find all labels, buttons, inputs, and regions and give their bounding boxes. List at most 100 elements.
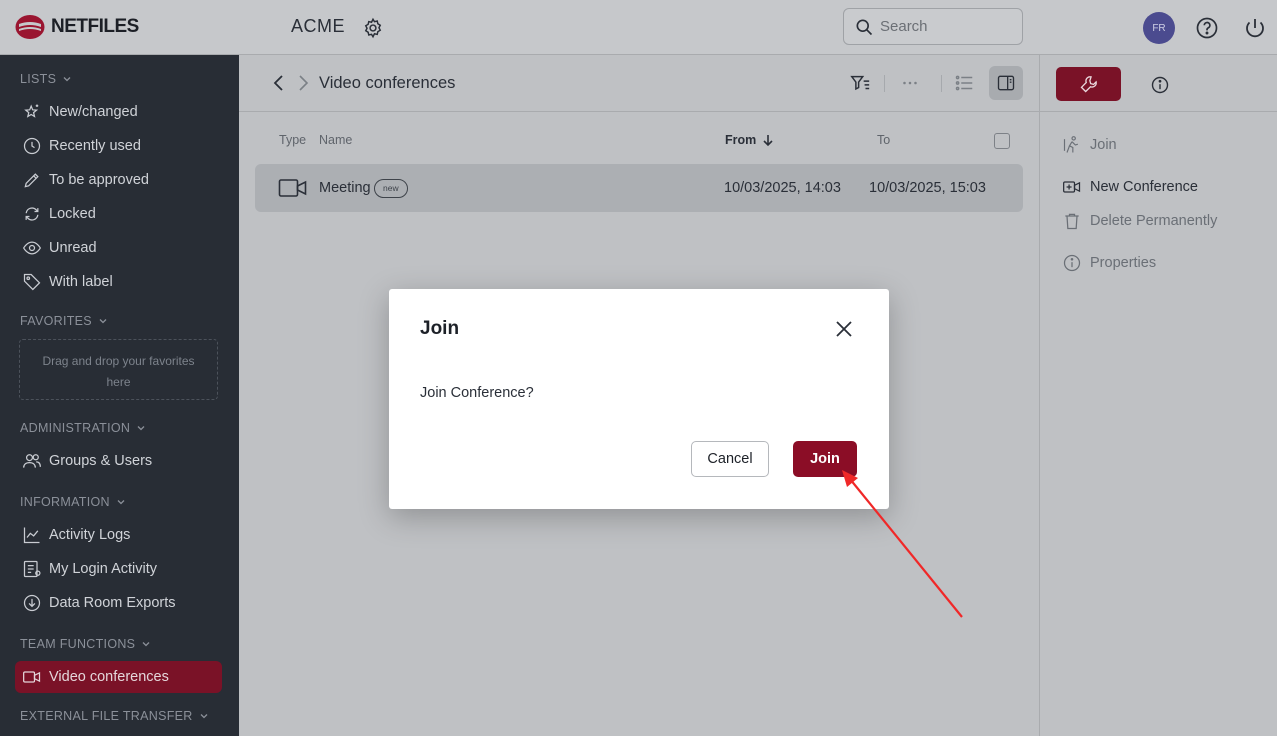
section-external-file-transfer[interactable]: EXTERNAL FILE TRANSFER (20, 709, 209, 723)
tab-actions[interactable] (1056, 67, 1121, 101)
right-panel: Join New Conference Delete Permanently P… (1039, 55, 1277, 736)
details-panel-toggle[interactable] (989, 66, 1023, 100)
sort-down-icon[interactable] (761, 133, 775, 147)
cancel-button[interactable]: Cancel (691, 441, 769, 477)
section-administration[interactable]: ADMINISTRATION (20, 421, 146, 435)
action-label: Delete Permanently (1090, 213, 1218, 229)
logo[interactable]: NETFILES (15, 14, 139, 40)
section-title: ADMINISTRATION (20, 421, 131, 435)
section-title: FAVORITES (20, 314, 92, 328)
help-icon[interactable] (1195, 16, 1219, 40)
action-label: Join (1090, 137, 1117, 153)
sidebar-item-label: With label (49, 274, 113, 290)
chevron-down-icon (99, 319, 107, 324)
breadcrumb: Video conferences (239, 55, 1039, 112)
sidebar-item-groups-users[interactable]: Groups & Users (15, 445, 222, 477)
video-icon (23, 671, 41, 683)
sidebar-item-unread[interactable]: Unread (15, 232, 222, 264)
close-icon[interactable] (835, 320, 853, 338)
section-title: EXTERNAL FILE TRANSFER (20, 709, 193, 723)
sidebar-item-label: Recently used (49, 138, 141, 154)
section-title: TEAM FUNCTIONS (20, 637, 136, 651)
sidebar: LISTS New/changed Recently used To be ap… (0, 55, 239, 736)
action-new-conference[interactable]: New Conference (1062, 177, 1198, 197)
toolbar-divider (884, 75, 885, 92)
panel-icon (997, 75, 1015, 91)
sidebar-item-activity-logs[interactable]: Activity Logs (15, 519, 222, 551)
join-dialog: Join Join Conference? Cancel Join (389, 289, 889, 509)
filter-icon[interactable] (849, 72, 871, 94)
workspace-name[interactable]: ACME (291, 16, 345, 37)
sidebar-item-data-room-exports[interactable]: Data Room Exports (15, 587, 222, 619)
new-badge: new (374, 179, 408, 198)
gear-icon[interactable] (362, 17, 384, 39)
column-header-from[interactable]: From (725, 133, 756, 147)
section-information[interactable]: INFORMATION (20, 495, 126, 509)
eye-icon (22, 241, 42, 255)
table-row[interactable]: Meeting new 10/03/2025, 14:03 10/03/2025… (255, 164, 1023, 212)
sidebar-item-label: Locked (49, 206, 96, 222)
row-name: Meeting (319, 180, 371, 196)
info-icon[interactable] (1150, 75, 1170, 95)
join-walk-icon (1063, 136, 1079, 153)
chevron-left-icon[interactable] (269, 73, 289, 93)
chevron-right-icon[interactable] (293, 73, 313, 93)
list-view-icon[interactable] (953, 72, 975, 94)
sidebar-item-new-changed[interactable]: New/changed (15, 96, 222, 128)
column-header-type[interactable]: Type (279, 133, 306, 147)
page-title: Video conferences (319, 74, 456, 92)
tag-icon (23, 273, 41, 291)
action-delete-permanently[interactable]: Delete Permanently (1062, 211, 1217, 231)
sidebar-item-my-login-activity[interactable]: My Login Activity (15, 553, 222, 585)
section-favorites[interactable]: FAVORITES (20, 314, 108, 328)
sidebar-item-label: Unread (49, 240, 97, 256)
sidebar-item-with-label[interactable]: With label (15, 266, 222, 298)
toolbar-divider (941, 75, 942, 92)
search-input[interactable] (880, 18, 1010, 35)
video-icon (278, 179, 307, 197)
chevron-down-icon (63, 77, 71, 82)
action-properties[interactable]: Properties (1062, 253, 1156, 273)
sidebar-item-label: My Login Activity (49, 561, 157, 577)
section-team-functions[interactable]: TEAM FUNCTIONS (20, 637, 151, 651)
download-circle-icon (23, 594, 41, 612)
star-sparkle-icon (24, 104, 39, 118)
new-video-icon (1063, 181, 1081, 193)
search-box[interactable] (843, 8, 1023, 45)
column-header-to[interactable]: To (877, 133, 890, 147)
netfiles-logo-icon (15, 15, 45, 39)
sidebar-item-label: New/changed (49, 104, 138, 120)
sidebar-item-locked[interactable]: Locked (15, 198, 222, 230)
section-title: INFORMATION (20, 495, 110, 509)
select-all-checkbox[interactable] (994, 133, 1010, 149)
pencil-icon (24, 173, 39, 188)
chart-icon (23, 527, 40, 544)
sidebar-item-label: Data Room Exports (49, 595, 176, 611)
section-lists[interactable]: LISTS (20, 72, 72, 86)
dialog-message: Join Conference? (420, 385, 534, 401)
favorites-drop-zone[interactable]: Drag and drop your favorites here (19, 339, 218, 400)
row-to: 10/03/2025, 15:03 (869, 180, 986, 196)
trash-icon (1065, 213, 1079, 230)
top-bar: NETFILES ACME FR (0, 0, 1277, 55)
more-icon[interactable] (899, 72, 921, 94)
search-icon (856, 19, 873, 35)
sidebar-item-recently-used[interactable]: Recently used (15, 130, 222, 162)
chevron-down-icon (200, 714, 208, 719)
action-join[interactable]: Join (1062, 135, 1117, 155)
logo-text: NETFILES (51, 16, 139, 37)
column-header-name[interactable]: Name (319, 133, 352, 147)
info-icon (1063, 254, 1081, 272)
sidebar-item-label: Video conferences (49, 669, 169, 685)
sidebar-item-video-conferences[interactable]: Video conferences (15, 661, 222, 693)
avatar[interactable]: FR (1143, 12, 1175, 44)
join-button[interactable]: Join (793, 441, 857, 477)
users-icon (23, 454, 41, 468)
sidebar-item-label: To be approved (49, 172, 149, 188)
sidebar-item-to-be-approved[interactable]: To be approved (15, 164, 222, 196)
power-icon[interactable] (1243, 16, 1267, 40)
sidebar-item-label: Groups & Users (49, 453, 153, 469)
right-panel-tabs (1040, 55, 1277, 112)
chevron-down-icon (137, 426, 145, 431)
action-label: Properties (1090, 255, 1157, 271)
